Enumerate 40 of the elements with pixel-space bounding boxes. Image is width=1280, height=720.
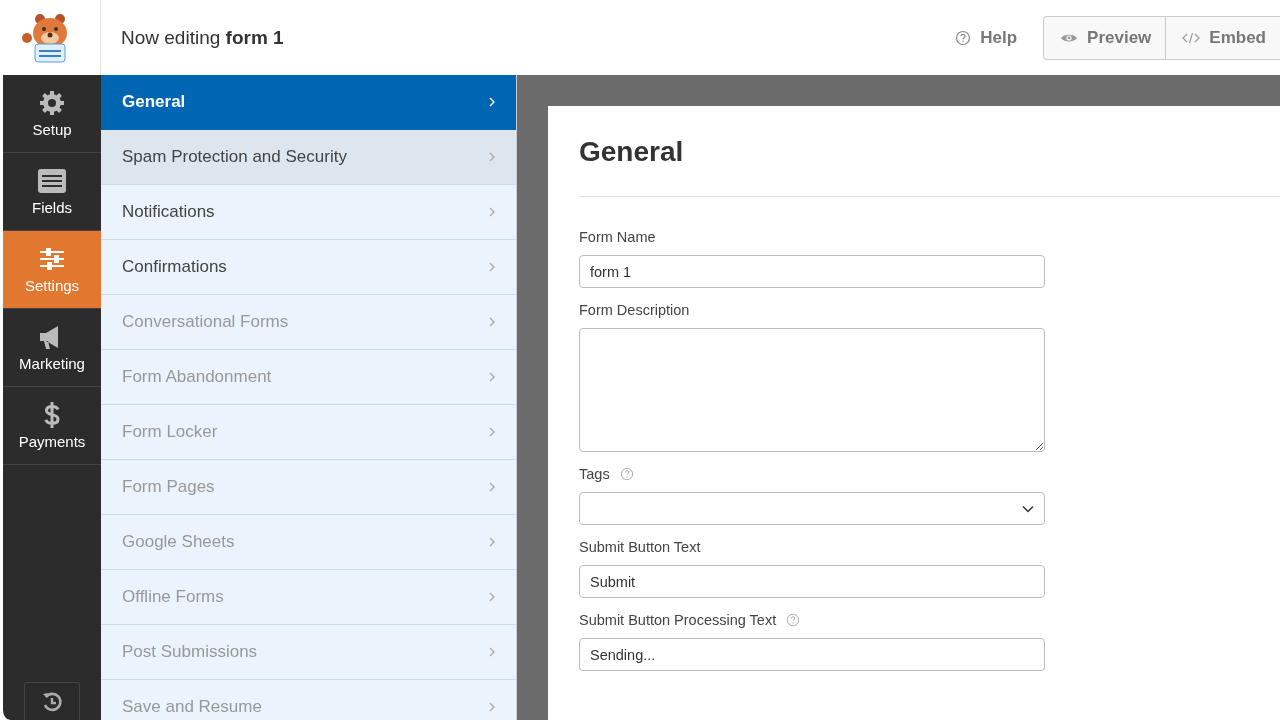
chevron-right-icon [488, 536, 496, 548]
history-icon [41, 690, 63, 713]
code-icon [1182, 31, 1201, 44]
field-label: Form Name [579, 229, 656, 245]
chevron-right-icon [488, 701, 496, 713]
chevron-right-icon [488, 96, 496, 108]
text-field[interactable]: Sending... [579, 638, 1045, 671]
text-field[interactable]: form 1 [579, 255, 1045, 288]
settings-menu-item[interactable]: General [101, 75, 516, 130]
editing-title: Now editing form 1 [121, 26, 284, 49]
tags-dropdown[interactable] [579, 492, 1045, 525]
embed-button[interactable]: Embed [1165, 16, 1280, 59]
help-button[interactable]: Help [949, 26, 1024, 49]
help-icon [619, 467, 634, 481]
chevron-right-icon [488, 151, 496, 163]
sidebar-tab[interactable]: Settings [3, 231, 101, 309]
section-heading: General [579, 136, 685, 168]
list-icon [37, 167, 67, 195]
question-circle-icon [955, 29, 972, 46]
chevron-right-icon [488, 206, 496, 218]
preview-button[interactable]: Preview [1044, 16, 1166, 59]
settings-menu-item[interactable]: Spam Protection and Security [101, 130, 516, 185]
chevron-right-icon [488, 371, 496, 383]
chevron-right-icon [488, 481, 496, 493]
field-label: Submit Button Processing Text [579, 612, 777, 628]
help-icon [786, 613, 801, 627]
gear-icon [37, 89, 67, 117]
chevron-right-icon [488, 591, 496, 603]
revisions-button[interactable] [24, 682, 80, 720]
sliders-icon [37, 245, 67, 273]
field-label: Tags [579, 466, 610, 482]
chevron-right-icon [488, 316, 496, 328]
chevron-right-icon [488, 646, 496, 658]
chevron-down-icon [1022, 504, 1034, 513]
description-field[interactable] [579, 328, 1045, 452]
text-field[interactable]: Submit [579, 565, 1045, 598]
chevron-right-icon [488, 426, 496, 438]
field-label: Submit Button Text [579, 539, 701, 555]
chevron-right-icon [488, 261, 496, 273]
field-label: Form Description [579, 302, 690, 318]
